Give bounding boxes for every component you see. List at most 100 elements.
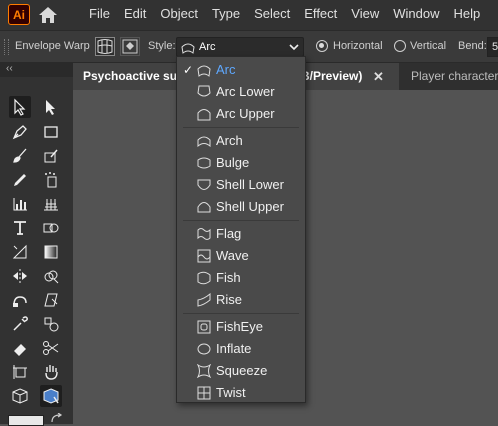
menu-view[interactable]: View bbox=[344, 0, 386, 30]
style-option-flag[interactable]: Flag bbox=[177, 223, 305, 245]
slice-tool-icon bbox=[12, 244, 27, 259]
style-dropdown-menu: ✓ Arc Arc Lower Arc Upper Arch Bulge She… bbox=[176, 56, 306, 403]
horizontal-label: Horizontal bbox=[333, 40, 383, 52]
style-option-label: Shell Lower bbox=[216, 177, 284, 192]
menu-window[interactable]: Window bbox=[386, 0, 446, 30]
style-option-squeeze[interactable]: Squeeze bbox=[177, 360, 305, 382]
blend-tool[interactable] bbox=[40, 217, 62, 239]
menu-edit[interactable]: Edit bbox=[117, 0, 153, 30]
style-option-bulge[interactable]: Bulge bbox=[177, 152, 305, 174]
perspective-grid-tool[interactable] bbox=[40, 193, 62, 215]
eraser-free-tool[interactable] bbox=[9, 241, 31, 263]
paintbrush-tool[interactable] bbox=[9, 145, 31, 167]
edit-contents-icon bbox=[122, 39, 138, 54]
style-option-label: Shell Upper bbox=[216, 199, 284, 214]
style-option-fisheye[interactable]: FishEye bbox=[177, 316, 305, 338]
style-option-twist[interactable]: Twist bbox=[177, 382, 305, 404]
bend-label: Bend: bbox=[458, 40, 487, 52]
control-bar-grip[interactable] bbox=[4, 39, 9, 55]
squeeze-icon bbox=[196, 363, 212, 379]
warp-icon bbox=[13, 296, 27, 307]
artboard-icon bbox=[13, 365, 27, 379]
shape-builder-tool[interactable] bbox=[40, 265, 62, 287]
selection-tool[interactable] bbox=[9, 96, 31, 118]
eraser-tool[interactable] bbox=[9, 337, 31, 359]
pen-icon bbox=[12, 125, 27, 140]
menu-object[interactable]: Object bbox=[153, 0, 205, 30]
free-transform-icon bbox=[44, 293, 58, 307]
3d-tool[interactable] bbox=[9, 385, 31, 407]
inflate-icon bbox=[197, 342, 211, 356]
gradient-tool[interactable] bbox=[40, 241, 62, 263]
type-tool[interactable] bbox=[9, 217, 31, 239]
style-option-fish[interactable]: Fish bbox=[177, 267, 305, 289]
free-transform-tool[interactable] bbox=[40, 289, 62, 311]
warp-mode-button[interactable] bbox=[95, 37, 115, 56]
menu-select[interactable]: Select bbox=[247, 0, 297, 30]
tools-panel: ‹‹ bbox=[0, 63, 73, 426]
style-option-label: Squeeze bbox=[216, 363, 268, 378]
vertical-label: Vertical bbox=[410, 40, 447, 52]
swap-colors-icon[interactable] bbox=[50, 413, 64, 424]
style-option-label: Inflate bbox=[216, 341, 252, 356]
symbol-sprayer-tool[interactable] bbox=[40, 169, 62, 191]
menu-effect[interactable]: Effect bbox=[297, 0, 344, 30]
style-option-arc-upper[interactable]: Arc Upper bbox=[177, 103, 305, 125]
pencil-tool[interactable] bbox=[9, 169, 31, 191]
vertical-radio[interactable] bbox=[394, 40, 406, 52]
shaper-tool[interactable] bbox=[40, 145, 62, 167]
menu-file[interactable]: File bbox=[82, 0, 117, 30]
reflect-tool[interactable] bbox=[9, 265, 31, 287]
style-option-wave[interactable]: Wave bbox=[177, 245, 305, 267]
mockup-tool[interactable] bbox=[40, 385, 62, 407]
pen-tool[interactable] bbox=[9, 121, 31, 143]
scissors-icon bbox=[43, 341, 59, 355]
bend-input[interactable]: 5 bbox=[487, 37, 498, 57]
chevron-down-icon bbox=[289, 44, 299, 51]
shaper-icon bbox=[44, 149, 58, 163]
style-option-inflate[interactable]: Inflate bbox=[177, 338, 305, 360]
fill-color-swatch[interactable] bbox=[8, 415, 44, 426]
type-icon bbox=[14, 221, 26, 235]
menu-divider bbox=[183, 313, 299, 314]
shell-lower-icon bbox=[197, 178, 211, 192]
graph-tool[interactable] bbox=[9, 193, 31, 215]
fisheye-icon bbox=[197, 320, 211, 334]
hand-tool[interactable] bbox=[40, 361, 62, 383]
style-option-arch[interactable]: Arch bbox=[177, 130, 305, 152]
shape-builder-icon bbox=[44, 270, 59, 284]
eyedropper-tool[interactable] bbox=[9, 313, 31, 335]
shell-upper-icon bbox=[197, 200, 211, 214]
arc-lower-icon bbox=[197, 85, 211, 99]
direct-selection-tool[interactable] bbox=[40, 96, 62, 118]
cube-icon bbox=[12, 388, 28, 404]
arc-upper-icon bbox=[197, 107, 211, 121]
warp-tool[interactable] bbox=[9, 289, 31, 311]
rise-icon bbox=[197, 292, 211, 307]
arch-icon bbox=[197, 134, 211, 148]
rectangle-tool[interactable] bbox=[40, 121, 62, 143]
tab-player-character[interactable]: Player character.ai bbox=[402, 63, 498, 90]
style-option-arc[interactable]: ✓ Arc bbox=[177, 59, 305, 81]
close-icon[interactable]: ✕ bbox=[373, 63, 384, 90]
style-option-label: Arc Upper bbox=[216, 106, 275, 121]
style-option-shell-lower[interactable]: Shell Lower bbox=[177, 174, 305, 196]
arc-icon bbox=[197, 63, 211, 77]
home-icon[interactable] bbox=[38, 6, 58, 24]
live-paint-tool[interactable] bbox=[40, 313, 62, 335]
collapse-icon[interactable]: ‹‹ bbox=[6, 63, 13, 74]
artboard-tool[interactable] bbox=[9, 361, 31, 383]
style-option-arc-lower[interactable]: Arc Lower bbox=[177, 81, 305, 103]
selection-arrow-icon bbox=[14, 98, 26, 116]
fish-icon bbox=[197, 271, 211, 285]
horizontal-radio[interactable] bbox=[316, 40, 328, 52]
style-select[interactable]: Arc bbox=[176, 37, 304, 57]
scissors-tool[interactable] bbox=[40, 337, 62, 359]
bulge-icon bbox=[197, 156, 211, 170]
tab-title: Psychoactive subs bbox=[83, 69, 192, 83]
menu-help[interactable]: Help bbox=[446, 0, 487, 30]
style-option-shell-upper[interactable]: Shell Upper bbox=[177, 196, 305, 218]
style-option-rise[interactable]: Rise bbox=[177, 289, 305, 311]
menu-type[interactable]: Type bbox=[205, 0, 247, 30]
edit-contents-button[interactable] bbox=[120, 37, 140, 56]
